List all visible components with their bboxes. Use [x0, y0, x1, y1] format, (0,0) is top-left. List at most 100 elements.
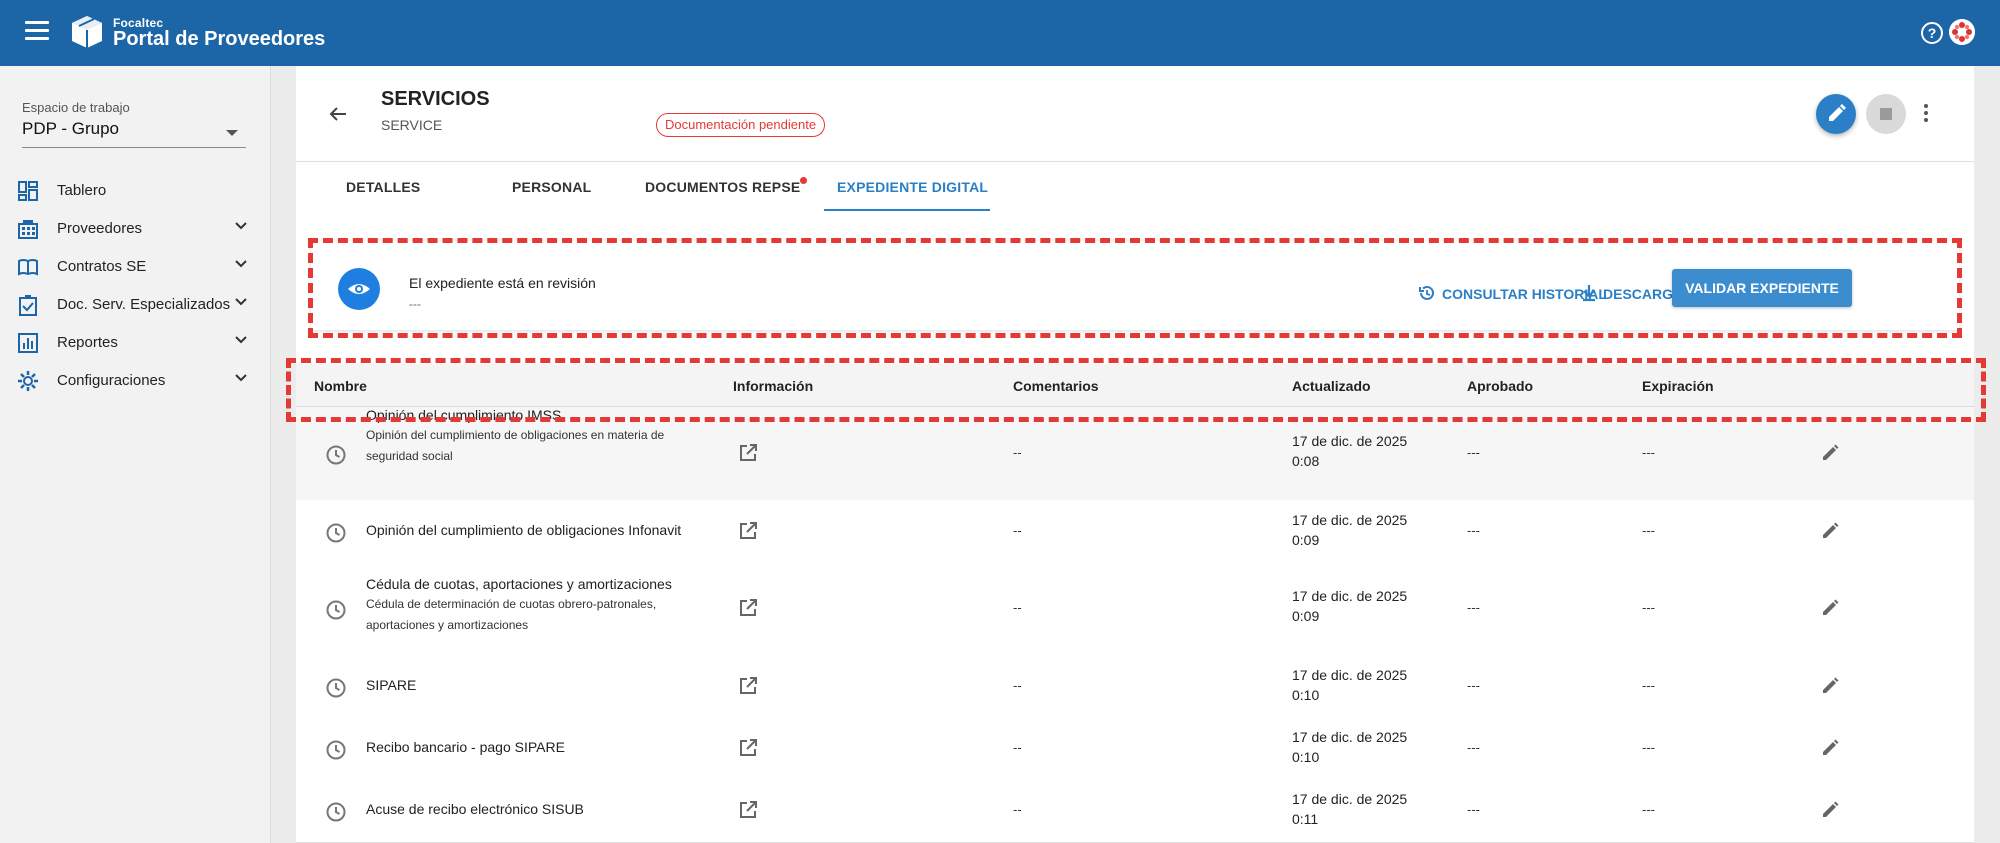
clock-icon	[326, 523, 346, 543]
approved-cell: ---	[1467, 678, 1480, 693]
chevron-down-icon	[235, 260, 247, 268]
bar-chart-icon	[18, 333, 38, 353]
expiration-cell: ---	[1642, 678, 1655, 693]
updated-date: 17 de dic. de 2025	[1292, 512, 1408, 528]
edit-button[interactable]	[1816, 94, 1856, 134]
open-in-new-icon[interactable]	[738, 598, 758, 618]
open-in-new-icon[interactable]	[738, 676, 758, 696]
tab-personal[interactable]: PERSONAL	[512, 179, 591, 195]
table-row[interactable]: Cédula de cuotas, aportaciones y amortiz…	[296, 562, 1974, 656]
sidebar-item-label: Proveedores	[57, 220, 143, 237]
sidebar-item-label: Reportes	[57, 334, 118, 351]
updated-date: 17 de dic. de 2025	[1292, 667, 1408, 683]
pencil-icon[interactable]	[1820, 521, 1840, 541]
sidebar-item-configuraciones[interactable]: Configuraciones	[0, 362, 270, 398]
workspace-select[interactable]: PDP - Grupo	[22, 119, 246, 148]
status-badge: Documentación pendiente	[656, 113, 826, 137]
document-description-line: seguridad social	[366, 449, 453, 463]
tab-documentos-repse[interactable]: DOCUMENTOS REPSE	[645, 179, 800, 195]
open-in-new-icon[interactable]	[738, 800, 758, 820]
open-in-new-icon[interactable]	[738, 443, 758, 463]
approved-cell: ---	[1467, 600, 1480, 615]
table-row[interactable]: Recibo bancario - pago SIPARE -- 17 de d…	[296, 717, 1974, 780]
expiration-cell: ---	[1642, 600, 1655, 615]
pencil-icon[interactable]	[1820, 738, 1840, 758]
caret-down-icon	[226, 130, 238, 136]
focaltec-logo-icon	[69, 14, 105, 50]
chevron-down-icon	[235, 374, 247, 382]
expiration-cell: ---	[1642, 445, 1655, 460]
menu-icon[interactable]	[25, 21, 49, 43]
more-vert-icon[interactable]	[1918, 102, 1934, 126]
chevron-down-icon	[235, 336, 247, 344]
table-row[interactable]: Opinión del cumplimiento de obligaciones…	[296, 500, 1974, 563]
highlight-box-table-header	[286, 358, 1986, 422]
stop-button[interactable]	[1866, 94, 1906, 134]
updated-cell: 17 de dic. de 2025 0:08	[1292, 431, 1407, 471]
updated-date: 17 de dic. de 2025	[1292, 588, 1408, 604]
document-name: SIPARE	[366, 677, 417, 693]
help-icon[interactable]: ?	[1921, 22, 1943, 44]
updated-time: 0:10	[1292, 687, 1320, 703]
updated-time: 0:10	[1292, 749, 1320, 765]
stop-icon	[1880, 108, 1892, 120]
pencil-icon[interactable]	[1820, 598, 1840, 618]
open-in-new-icon[interactable]	[738, 738, 758, 758]
chevron-down-icon	[235, 298, 247, 306]
sidebar-item-doc-serv[interactable]: Doc. Serv. Especializados	[0, 286, 270, 322]
updated-time: 0:09	[1292, 608, 1320, 624]
document-name: Acuse de recibo electrónico SISUB	[366, 801, 584, 817]
expiration-cell: ---	[1642, 740, 1655, 755]
updated-cell: 17 de dic. de 2025 0:11	[1292, 789, 1407, 829]
tab-detalles[interactable]: DETALLES	[346, 179, 420, 195]
updated-time: 0:11	[1292, 811, 1319, 827]
sidebar: Espacio de trabajo PDP - Grupo Tablero P…	[0, 66, 271, 843]
pencil-icon[interactable]	[1820, 800, 1840, 820]
comments-cell: --	[1013, 445, 1022, 460]
approved-cell: ---	[1467, 802, 1480, 817]
sidebar-item-label: Contratos SE	[57, 258, 147, 275]
clock-icon	[326, 445, 346, 465]
document-name: Cédula de cuotas, aportaciones y amortiz…	[366, 576, 672, 592]
approved-cell: ---	[1467, 523, 1480, 538]
document-description-line: Opinión del cumplimiento de obligaciones…	[366, 428, 665, 442]
expiration-cell: ---	[1642, 802, 1655, 817]
sidebar-item-contratos[interactable]: Contratos SE	[0, 248, 270, 284]
document-description: Cédula de determinación de cuotas obrero…	[366, 594, 696, 636]
sidebar-item-reportes[interactable]: Reportes	[0, 324, 270, 360]
updated-date: 17 de dic. de 2025	[1292, 729, 1408, 745]
updated-cell: 17 de dic. de 2025 0:10	[1292, 727, 1407, 767]
expiration-cell: ---	[1642, 523, 1655, 538]
table-row[interactable]: Acuse de recibo electrónico SISUB -- 17 …	[296, 779, 1974, 843]
pencil-icon	[1829, 104, 1846, 121]
updated-cell: 17 de dic. de 2025 0:09	[1292, 586, 1407, 626]
pencil-icon[interactable]	[1820, 443, 1840, 463]
table-row[interactable]: SIPARE -- 17 de dic. de 2025 0:10 --- ---	[296, 655, 1974, 718]
document-name: Recibo bancario - pago SIPARE	[366, 739, 565, 755]
page-title: SERVICIOS	[381, 88, 490, 110]
updated-cell: 17 de dic. de 2025 0:10	[1292, 665, 1407, 705]
sidebar-item-proveedores[interactable]: Proveedores	[0, 210, 270, 246]
approved-cell: ---	[1467, 445, 1480, 460]
document-name: Opinión del cumplimiento de obligaciones…	[366, 522, 682, 538]
book-icon	[18, 259, 38, 276]
sidebar-item-tablero[interactable]: Tablero	[0, 172, 270, 208]
pencil-icon[interactable]	[1820, 676, 1840, 696]
updated-time: 0:08	[1292, 453, 1320, 469]
notification-dot	[800, 177, 807, 184]
document-description: Opinión del cumplimiento de obligaciones…	[366, 425, 696, 467]
workspace-value: PDP - Grupo	[22, 119, 120, 138]
clipboard-check-icon	[19, 295, 37, 316]
avatar[interactable]	[1949, 19, 1975, 45]
updated-cell: 17 de dic. de 2025 0:09	[1292, 510, 1407, 550]
open-in-new-icon[interactable]	[738, 521, 758, 541]
dashboard-icon	[18, 181, 38, 201]
tab-expediente-digital[interactable]: EXPEDIENTE DIGITAL	[837, 179, 988, 195]
sidebar-item-label: Configuraciones	[57, 372, 166, 389]
chevron-down-icon	[235, 222, 247, 230]
brand-title: Portal de Proveedores	[113, 28, 326, 50]
updated-time: 0:09	[1292, 532, 1320, 548]
back-arrow-icon[interactable]	[326, 102, 350, 126]
updated-date: 17 de dic. de 2025	[1292, 433, 1408, 449]
divider	[296, 161, 1974, 162]
